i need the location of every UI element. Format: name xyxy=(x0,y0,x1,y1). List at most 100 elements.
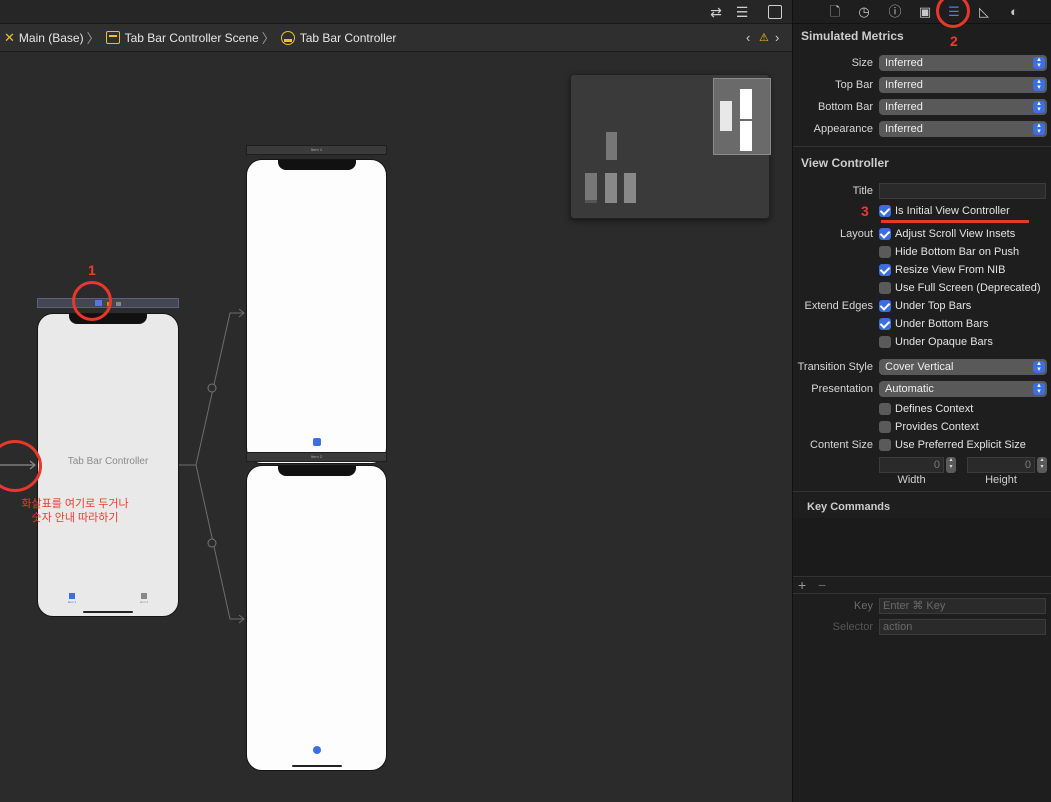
title-field[interactable] xyxy=(879,183,1046,199)
checkbox-checked xyxy=(879,205,891,217)
chevron-right-icon: 〉 xyxy=(86,31,100,46)
width-stepper[interactable]: ▴ ▾ xyxy=(946,457,956,473)
height-stepper[interactable]: ▴ ▾ xyxy=(1037,457,1047,473)
chevron-right-icon: 〉 xyxy=(261,31,275,46)
identity-icon[interactable]: ▣ xyxy=(917,4,933,20)
breadcrumb-item-scene[interactable]: Tab Bar Controller Scene xyxy=(102,24,259,51)
tab-bar-controller-icon xyxy=(280,30,295,45)
use-preferred-explicit-size-checkbox[interactable]: Use Preferred Explicit Size xyxy=(879,439,1026,451)
add-button[interactable]: + xyxy=(798,577,806,593)
presentation-popup[interactable]: Automatic ▴ ▾ xyxy=(879,381,1047,397)
under-bottom-bars-checkbox[interactable]: Under Bottom Bars xyxy=(879,318,989,330)
annotation-number-1: 1 xyxy=(88,262,96,278)
remove-button[interactable]: − xyxy=(818,577,826,593)
checkbox-label: Hide Bottom Bar on Push xyxy=(895,246,1020,258)
adjust-scroll-view-insets-checkbox[interactable]: Adjust Scroll View Insets xyxy=(879,228,1015,240)
bottom-bar-popup[interactable]: Inferred ▴ ▾ xyxy=(879,99,1047,115)
resize-view-from-nib-checkbox[interactable]: Resize View From NIB xyxy=(879,264,1005,276)
annotation-number-2: 2 xyxy=(950,33,958,49)
breadcrumb-label: Main (Base) xyxy=(18,30,84,45)
title-label: Title xyxy=(852,185,873,197)
under-opaque-bars-checkbox[interactable]: Under Opaque Bars xyxy=(879,336,993,348)
checkbox-unchecked xyxy=(879,336,891,348)
size-icon[interactable]: ◺ xyxy=(976,4,992,20)
transition-style-popup[interactable]: Cover Vertical ▴ ▾ xyxy=(879,359,1047,375)
divider xyxy=(793,491,1051,492)
item1-view-controller-device[interactable] xyxy=(246,159,387,464)
under-top-bars-checkbox[interactable]: Under Top Bars xyxy=(879,300,971,312)
size-label: Size xyxy=(851,57,873,69)
checkbox-checked xyxy=(879,300,891,312)
tab-item-icon xyxy=(313,746,321,754)
width-field[interactable]: 0 xyxy=(879,457,944,473)
selector-field[interactable]: action xyxy=(879,619,1046,635)
checkbox-checked xyxy=(879,264,891,276)
item2-view-controller-device[interactable] xyxy=(246,465,387,771)
inspector-tabs: 🗋 ◷ ⓘ ▣ ☰ ◺ ◐ xyxy=(793,0,1051,24)
warning-icon[interactable]: ⚠ xyxy=(759,31,769,44)
checkbox-label: Provides Context xyxy=(895,421,979,433)
provides-context-checkbox[interactable]: Provides Context xyxy=(879,421,979,433)
top-bar-popup[interactable]: Inferred ▴ ▾ xyxy=(879,77,1047,93)
storyboard-canvas[interactable]: Tab Bar Controller Item 1 Item 2 Item 1 … xyxy=(0,53,792,802)
back-icon[interactable]: ‹ xyxy=(746,30,750,45)
popup-arrows-icon: ▴ ▾ xyxy=(1033,56,1045,69)
minimap-viewport[interactable] xyxy=(713,78,771,155)
annotation-hint-line2: 숫자 안내 따라하기 xyxy=(31,512,119,524)
annotation-underline-3 xyxy=(881,220,1029,223)
checkbox-label: Adjust Scroll View Insets xyxy=(895,228,1016,240)
height-caption: Height xyxy=(985,474,1017,486)
hide-bottom-bar-checkbox[interactable]: Hide Bottom Bar on Push xyxy=(879,246,1019,258)
checkbox-label: Under Bottom Bars xyxy=(895,318,989,330)
checkbox-label: Use Preferred Explicit Size xyxy=(895,439,1026,451)
swap-arrows-icon[interactable]: ⇄ xyxy=(708,3,724,21)
bottom-bar-label: Bottom Bar xyxy=(817,101,873,113)
section-simulated-metrics: Simulated Metrics xyxy=(801,29,904,43)
breadcrumb-item-controller[interactable]: Tab Bar Controller xyxy=(277,24,397,51)
popup-arrows-icon: ▴ ▾ xyxy=(1033,100,1045,113)
tab-item-1-icon[interactable] xyxy=(69,593,75,599)
initial-view-controller-checkbox[interactable]: Is Initial View Controller xyxy=(879,205,1010,217)
history-icon[interactable]: ◷ xyxy=(856,4,872,20)
key-field[interactable]: Enter ⌘ Key xyxy=(879,598,1046,614)
checkbox-unchecked xyxy=(879,282,891,294)
layout-label: Layout xyxy=(839,228,873,240)
size-popup[interactable]: Inferred ▴ ▾ xyxy=(879,55,1047,71)
key-commands-list[interactable] xyxy=(793,518,1051,576)
height-field[interactable]: 0 xyxy=(967,457,1035,473)
breadcrumb-item-main[interactable]: ✕ Main (Base) xyxy=(0,24,84,51)
storyboard-editor: ⇄ ☰ ✕ Main (Base) 〉 Tab Bar Controller S… xyxy=(0,0,792,802)
transition-style-value: Cover Vertical xyxy=(885,361,954,373)
storyboard-minimap[interactable] xyxy=(570,74,771,219)
file-icon[interactable]: 🗋 xyxy=(827,4,843,20)
annotation-hint-line1: 화살표를 여기로 두거나 xyxy=(21,498,129,510)
panel-icon[interactable] xyxy=(768,5,782,19)
help-icon[interactable]: ⓘ xyxy=(887,4,903,20)
defines-context-checkbox[interactable]: Defines Context xyxy=(879,403,973,415)
top-bar-label: Top Bar xyxy=(835,79,873,91)
appearance-popup[interactable]: Inferred ▴ ▾ xyxy=(879,121,1047,137)
use-full-screen-checkbox[interactable]: Use Full Screen (Deprecated) xyxy=(879,282,1041,294)
scene-dock-item1[interactable]: Item 1 xyxy=(246,145,387,155)
checkbox-label: Under Opaque Bars xyxy=(895,336,993,348)
annotation-number-3: 3 xyxy=(861,203,869,219)
lines-icon[interactable]: ☰ xyxy=(733,3,751,21)
device-notch xyxy=(277,160,356,170)
tab-item-2-icon[interactable] xyxy=(141,593,147,599)
popup-arrows-icon: ▴ ▾ xyxy=(1033,360,1045,373)
breadcrumb: ✕ Main (Base) 〉 Tab Bar Controller Scene… xyxy=(0,24,792,52)
checkbox-checked xyxy=(879,318,891,330)
extend-edges-label: Extend Edges xyxy=(804,300,874,312)
connections-icon[interactable]: ◐ xyxy=(1006,4,1022,20)
forward-icon[interactable]: › xyxy=(775,30,779,45)
tab-bar-controller-device[interactable]: Tab Bar Controller Item 1 Item 2 xyxy=(37,313,179,617)
annotation-circle-1 xyxy=(72,281,112,321)
width-caption: Width xyxy=(897,474,926,486)
scene-dock-item2[interactable]: Item 2 xyxy=(246,452,387,462)
selector-label: Selector xyxy=(832,621,873,633)
checkbox-label: Under Top Bars xyxy=(895,300,972,312)
breadcrumb-label: Tab Bar Controller xyxy=(299,30,397,45)
popup-arrows-icon: ▴ ▾ xyxy=(1033,122,1045,135)
popup-arrows-icon: ▴ ▾ xyxy=(1033,382,1045,395)
editor-toolbar: ⇄ ☰ xyxy=(0,0,792,24)
